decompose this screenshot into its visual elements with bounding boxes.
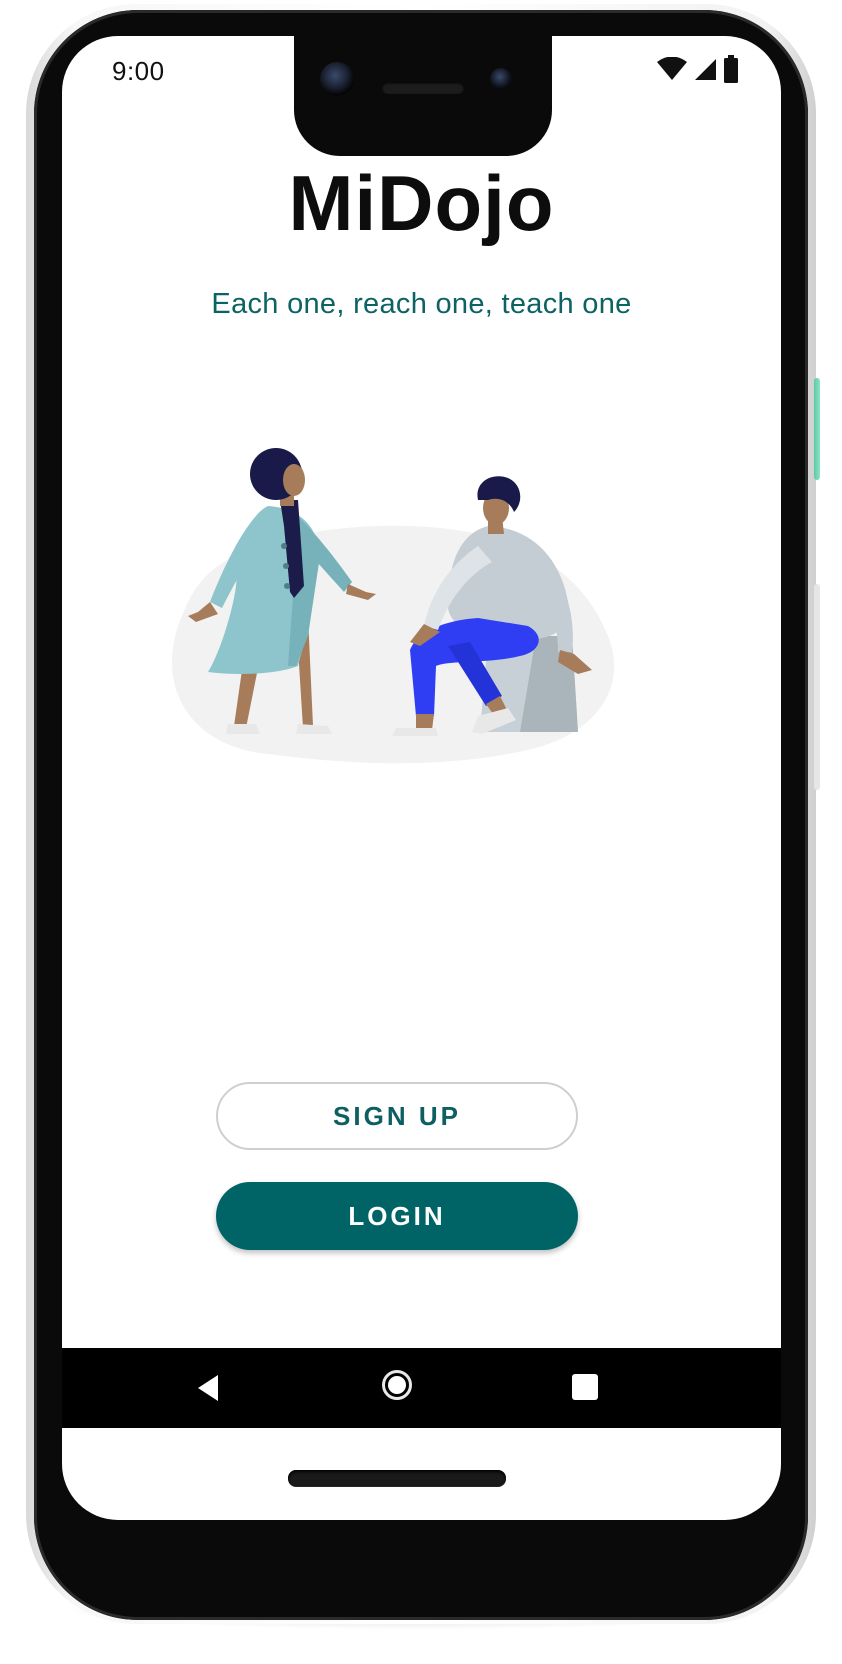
power-button xyxy=(814,378,820,480)
earpiece-speaker xyxy=(382,82,464,94)
phone-screen: 9:00 MiDojo Each one, reach one, teach o… xyxy=(62,36,781,1520)
coat-button xyxy=(284,583,290,589)
app-tagline: Each one, reach one, teach one xyxy=(211,288,632,320)
battery-icon xyxy=(724,55,738,83)
two-people-talking-illustration xyxy=(172,448,615,764)
camera-notch xyxy=(294,36,552,156)
bottom-speaker-grille xyxy=(288,1470,506,1486)
back-icon[interactable] xyxy=(196,1373,220,1403)
volume-button xyxy=(814,584,820,790)
sign-up-button[interactable]: SIGN UP xyxy=(216,1082,578,1150)
front-camera-icon xyxy=(320,62,354,96)
android-navigation-bar xyxy=(62,1348,781,1428)
app-title: MiDojo xyxy=(288,159,555,247)
proximity-sensor-icon xyxy=(490,68,512,90)
wifi-icon xyxy=(657,57,687,80)
coat-button xyxy=(283,563,289,569)
home-icon[interactable] xyxy=(382,1370,412,1400)
cell-signal-icon xyxy=(695,59,716,80)
recents-icon[interactable] xyxy=(572,1374,598,1400)
man-shoe-left xyxy=(392,728,438,736)
status-icons xyxy=(657,54,739,84)
login-button[interactable]: LOGIN xyxy=(216,1182,578,1250)
man-shin-left xyxy=(416,714,434,730)
woman-shoe-left xyxy=(226,724,260,734)
woman-face-front xyxy=(283,464,305,496)
coat-button xyxy=(281,543,287,549)
status-time: 9:00 xyxy=(112,56,165,86)
